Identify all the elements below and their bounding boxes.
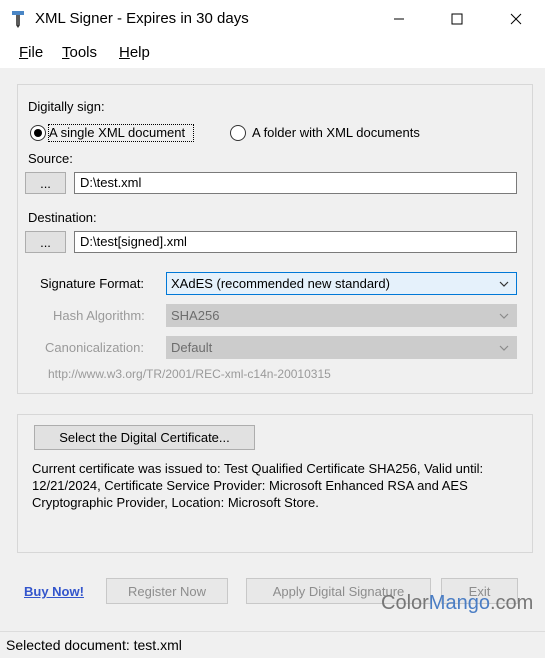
canonicalization-uri: http://www.w3.org/TR/2001/REC-xml-c14n-2… <box>48 367 331 381</box>
signature-format-label: Signature Format: <box>40 276 145 291</box>
digitally-sign-label: Digitally sign: <box>28 99 105 114</box>
hash-algorithm-value: SHA256 <box>171 308 220 323</box>
radio-single-document-label[interactable]: A single XML document <box>49 125 185 140</box>
signature-format-select[interactable]: XAdES (recommended new standard) <box>166 272 517 295</box>
pen-icon <box>12 11 24 28</box>
minimize-button[interactable] <box>370 0 428 38</box>
maximize-button[interactable] <box>428 0 486 38</box>
close-button[interactable] <box>487 0 545 38</box>
source-input[interactable]: D:\test.xml <box>74 172 517 194</box>
certificate-info: Current certificate was issued to: Test … <box>32 461 484 510</box>
radio-single-document[interactable] <box>30 125 46 141</box>
radio-folder-label[interactable]: A folder with XML documents <box>252 125 420 140</box>
chevron-down-icon <box>499 345 509 351</box>
chevron-down-icon <box>499 281 509 287</box>
close-icon <box>510 13 522 25</box>
title-bar[interactable]: XML Signer - Expires in 30 days <box>0 0 545 38</box>
status-bar: Selected document: test.xml <box>0 631 545 658</box>
source-browse-button[interactable]: ... <box>25 172 66 194</box>
menu-file[interactable]: File <box>19 44 43 61</box>
menu-tools[interactable]: Tools <box>62 44 97 61</box>
minimize-icon <box>394 18 404 20</box>
menu-help[interactable]: Help <box>119 44 150 61</box>
watermark: ColorMango.com <box>381 592 534 614</box>
destination-browse-button[interactable]: ... <box>25 231 66 253</box>
radio-folder[interactable] <box>230 125 246 141</box>
destination-input[interactable]: D:\test[signed].xml <box>74 231 517 253</box>
destination-label: Destination: <box>28 210 97 225</box>
select-certificate-button[interactable]: Select the Digital Certificate... <box>34 425 255 450</box>
status-text: Selected document: test.xml <box>6 637 182 653</box>
canonicalization-value: Default <box>171 340 213 355</box>
source-label: Source: <box>28 151 73 166</box>
register-now-button[interactable]: Register Now <box>106 578 228 604</box>
canonicalization-select[interactable]: Default <box>166 336 517 359</box>
buy-now-link[interactable]: Buy Now! <box>24 584 84 599</box>
maximize-icon <box>451 13 463 25</box>
signature-format-value: XAdES (recommended new standard) <box>171 276 390 291</box>
hash-algorithm-label: Hash Algorithm: <box>53 308 145 323</box>
window-title: XML Signer - Expires in 30 days <box>35 10 249 27</box>
menu-bar: File Tools Help <box>0 38 545 68</box>
chevron-down-icon <box>499 313 509 319</box>
hash-algorithm-select[interactable]: SHA256 <box>166 304 517 327</box>
canonicalization-label: Canonicalization: <box>45 340 145 355</box>
